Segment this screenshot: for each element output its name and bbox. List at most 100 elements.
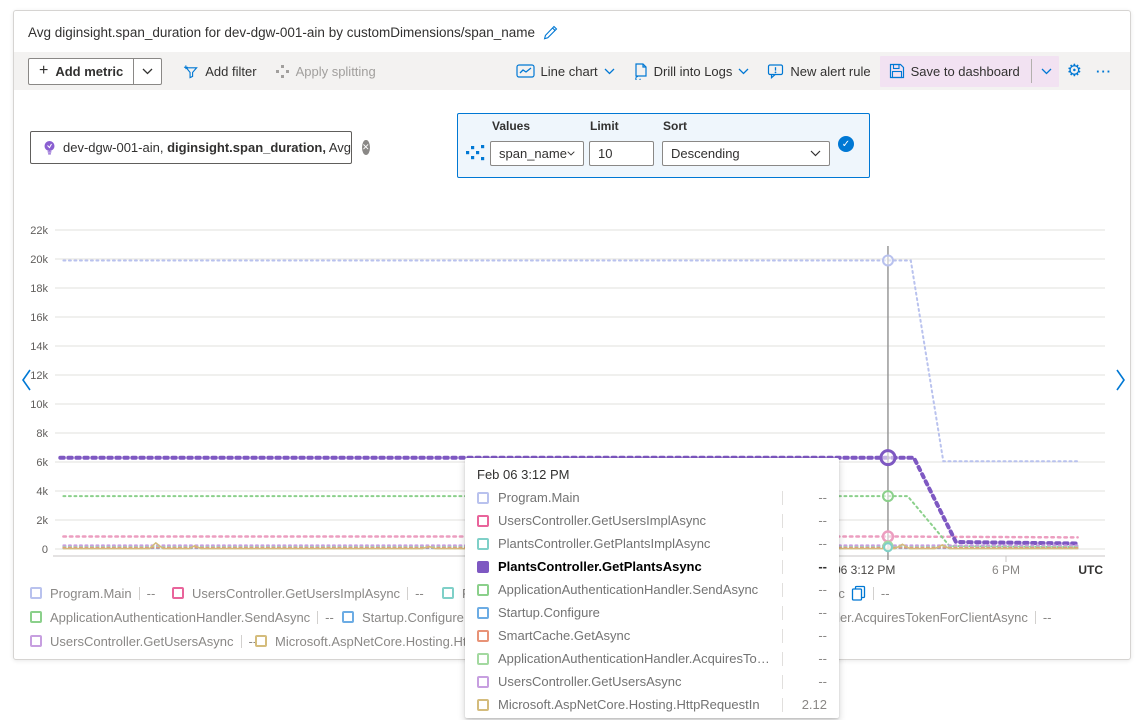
add-metric-dropdown[interactable] — [133, 59, 161, 84]
tooltip-series-row: Program.Main -- — [477, 486, 827, 509]
add-metric-label: Add metric — [55, 64, 123, 79]
save-separator — [1031, 59, 1032, 83]
y-axis-tick-label: 14k — [30, 341, 48, 353]
remove-circle-icon[interactable]: ✕ — [362, 140, 370, 155]
series-color-swatch — [477, 607, 489, 619]
y-axis-tick-label: 4k — [36, 486, 48, 498]
tooltip-series-value: -- — [793, 490, 827, 505]
chart-type-button[interactable]: Line chart — [507, 58, 624, 85]
chevron-left-icon[interactable] — [20, 368, 33, 397]
chart-tooltip: Feb 06 3:12 PM Program.Main--UsersContro… — [465, 458, 839, 718]
tooltip-separator — [782, 514, 783, 528]
hover-marker — [881, 451, 895, 465]
sort-dropdown[interactable]: Descending — [662, 141, 830, 166]
save-to-dashboard-button[interactable]: Save to dashboard — [880, 58, 1029, 85]
hover-marker — [883, 491, 893, 501]
copy-icon[interactable] — [851, 585, 866, 601]
apply-splitting-button[interactable]: Apply splitting — [266, 58, 385, 85]
gear-icon[interactable]: ⚙ — [1059, 61, 1090, 81]
tooltip-series-value: -- — [793, 513, 827, 528]
chevron-down-icon — [738, 68, 749, 75]
tooltip-separator — [782, 583, 783, 597]
legend-item[interactable]: Program.Main-- — [30, 585, 155, 601]
legend-series-name: UsersController.GetUsersImplAsync — [192, 586, 400, 601]
tooltip-series-name: PlantsController.GetPlantsImplAsync — [498, 536, 774, 551]
tooltip-separator — [782, 537, 783, 551]
y-axis-tick-label: 0 — [42, 544, 48, 556]
edit-pencil-icon[interactable] — [543, 25, 558, 40]
scatter-icon — [466, 144, 485, 162]
drill-into-logs-button[interactable]: Drill into Logs — [624, 58, 759, 85]
filter-icon — [183, 64, 199, 79]
tooltip-series-row: PlantsController.GetPlantsImplAsync-- — [477, 532, 827, 555]
line-chart-icon — [516, 63, 535, 79]
tooltip-series-row: Startup.Configure-- — [477, 601, 827, 624]
y-axis-tick-label: 10k — [30, 399, 48, 411]
save-to-dashboard-split-button: Save to dashboard — [880, 56, 1059, 87]
series-color-swatch — [30, 635, 42, 647]
legend-series-value: -- — [325, 610, 334, 625]
tooltip-series-row: SmartCache.GetAsync-- — [477, 624, 827, 647]
legend-item[interactable]: ApplicationAuthenticationHandler.SendAsy… — [30, 609, 334, 625]
save-to-dashboard-label: Save to dashboard — [911, 64, 1020, 79]
chart-title: Avg diginsight.span_duration for dev-dgw… — [28, 25, 535, 40]
legend-series-value: -- — [881, 586, 890, 601]
tooltip-series-name: SmartCache.GetAsync — [498, 628, 774, 643]
tooltip-series-name: Program.Main — [498, 490, 774, 505]
series-color-swatch — [477, 630, 489, 642]
tooltip-series-value: -- — [793, 559, 827, 574]
legend-separator — [241, 635, 242, 648]
check-circle-icon[interactable]: ✓ — [838, 136, 854, 152]
legend-item[interactable]: UsersController.GetUsersImplAsync-- — [172, 585, 424, 601]
series-color-swatch — [477, 699, 489, 711]
drill-logs-icon — [633, 63, 648, 80]
tooltip-series-row: UsersController.GetUsersImplAsync-- — [477, 509, 827, 532]
new-alert-rule-button[interactable]: New alert rule — [758, 58, 879, 85]
tooltip-series-value: -- — [793, 651, 827, 666]
timezone-label: UTC — [1078, 563, 1103, 577]
new-alert-rule-label: New alert rule — [790, 64, 870, 79]
tooltip-separator — [782, 491, 783, 505]
hover-marker — [883, 532, 893, 542]
sort-label: Sort — [663, 119, 687, 133]
series-color-swatch — [477, 492, 489, 504]
tooltip-series-row: ApplicationAuthenticationHandler.SendAsy… — [477, 578, 827, 601]
y-axis-tick-label: 8k — [36, 428, 48, 440]
tooltip-separator — [782, 606, 783, 620]
tooltip-timestamp: Feb 06 3:12 PM — [477, 467, 827, 482]
series-color-swatch — [477, 538, 489, 550]
limit-input[interactable]: 10 — [589, 141, 654, 166]
save-to-dashboard-dropdown[interactable] — [1034, 58, 1059, 85]
tooltip-series-row: PlantsController.GetPlantsAsync-- — [477, 555, 827, 578]
add-filter-button[interactable]: Add filter — [174, 58, 265, 85]
add-metric-button[interactable]: + Add metric — [29, 59, 133, 84]
values-dropdown[interactable]: span_name — [490, 141, 584, 166]
tooltip-series-name: Microsoft.AspNetCore.Hosting.HttpRequest… — [498, 697, 774, 712]
ellipsis-icon[interactable]: ··· — [1090, 64, 1118, 79]
limit-value: 10 — [598, 146, 612, 161]
tooltip-separator — [782, 675, 783, 689]
series-color-swatch — [477, 653, 489, 665]
y-axis-tick-label: 16k — [30, 312, 48, 324]
legend-separator — [317, 611, 318, 624]
legend-series-name: Startup.Configure — [362, 610, 464, 625]
tooltip-separator — [782, 698, 783, 712]
tooltip-series-name: ApplicationAuthenticationHandler.Acquire… — [498, 651, 774, 666]
tooltip-series-value: -- — [793, 674, 827, 689]
alert-icon — [767, 63, 784, 79]
chevron-down-icon — [810, 150, 821, 157]
metric-pill[interactable]: dev-dgw-001-ain, diginsight.span_duratio… — [30, 131, 352, 164]
chevron-right-icon[interactable] — [1114, 368, 1127, 397]
add-metric-split-button[interactable]: + Add metric — [28, 58, 162, 85]
y-axis-tick-label: 20k — [30, 254, 48, 266]
chevron-down-icon — [1041, 68, 1052, 75]
add-filter-label: Add filter — [205, 64, 256, 79]
tooltip-series-name: ApplicationAuthenticationHandler.SendAsy… — [498, 582, 774, 597]
tooltip-series-row: ApplicationAuthenticationHandler.Acquire… — [477, 647, 827, 670]
chart-toolbar: + Add metric Add filter Apply splitting — [14, 52, 1130, 90]
tooltip-separator — [782, 629, 783, 643]
series-color-swatch — [255, 635, 267, 647]
tooltip-separator — [782, 652, 783, 666]
legend-item[interactable]: UsersController.GetUsersAsync-- — [30, 633, 257, 649]
legend-series-value: -- — [147, 586, 156, 601]
